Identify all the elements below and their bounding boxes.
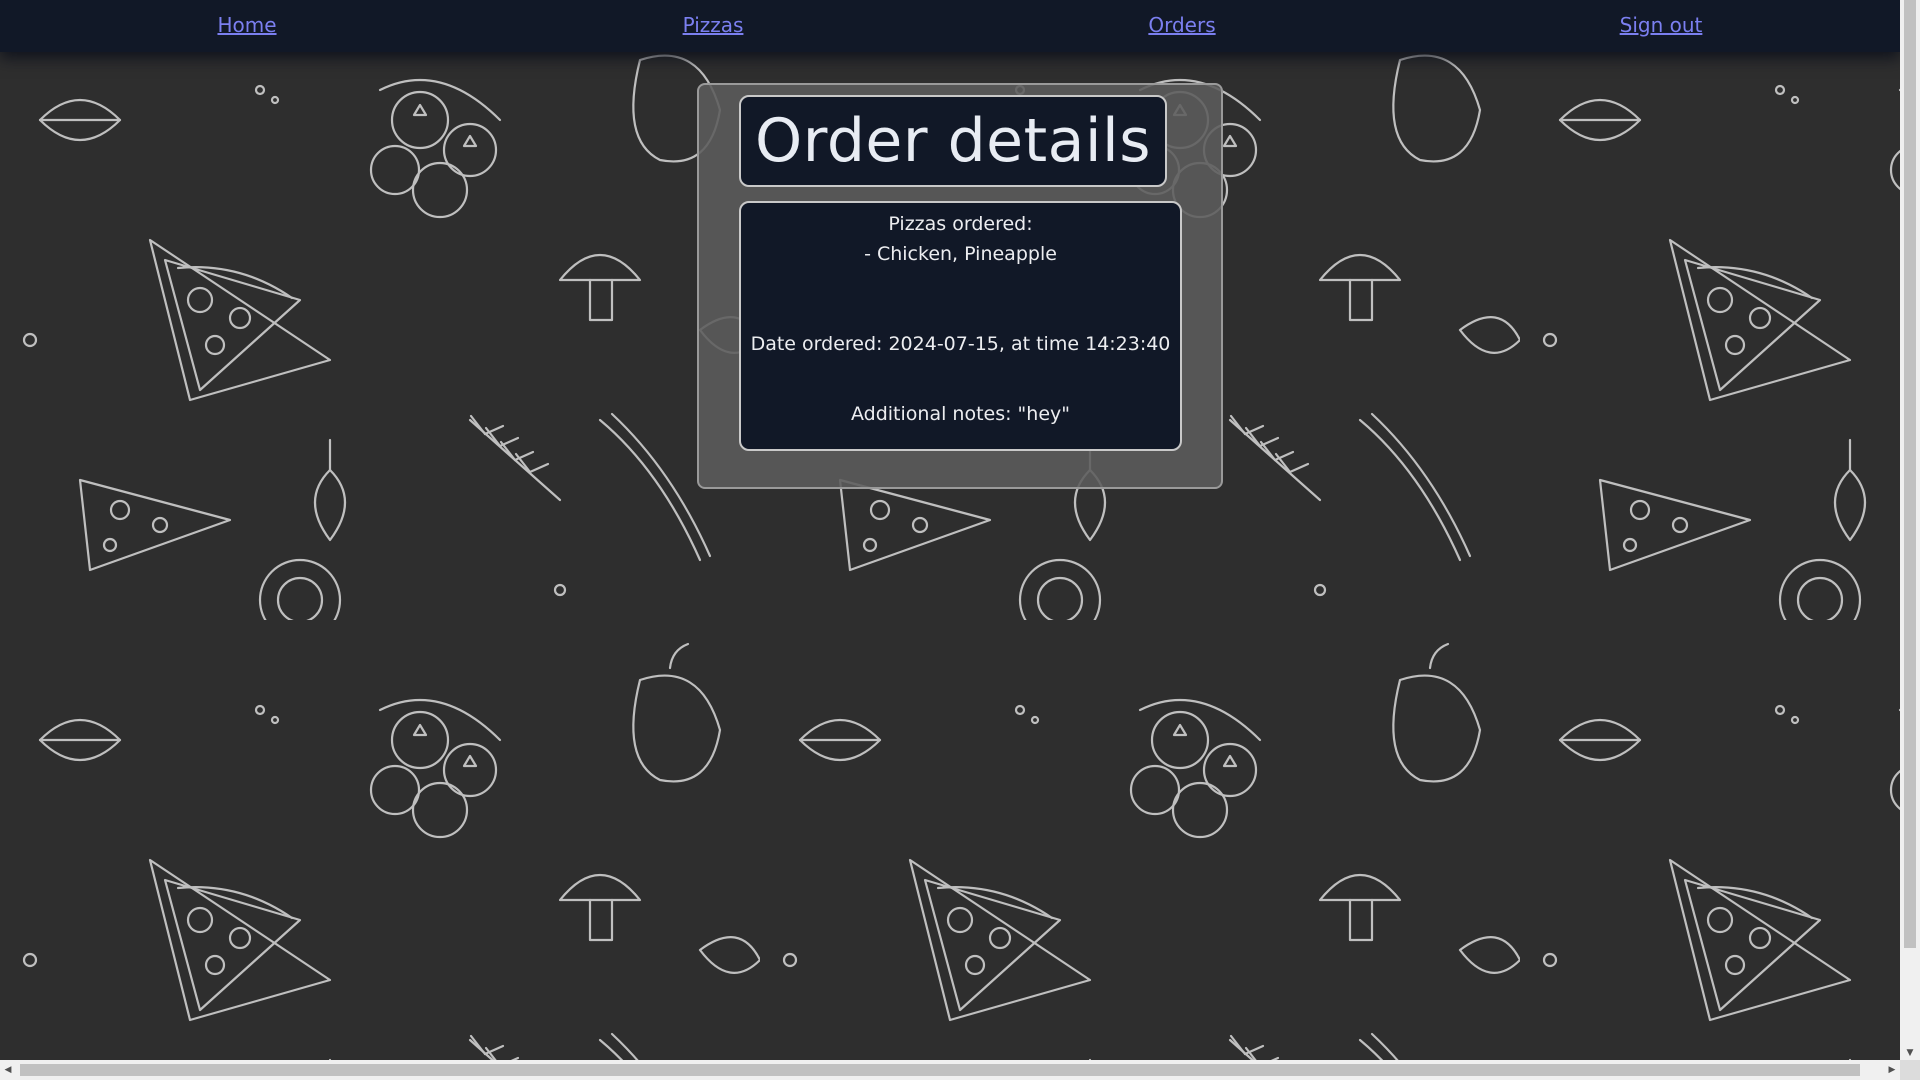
vertical-scroll-thumb[interactable] [1904,0,1916,948]
nav-link-orders[interactable]: Orders [1148,13,1215,37]
page-title: Order details [755,106,1151,176]
scroll-down-icon[interactable]: ▼ [1900,1046,1920,1060]
order-title-box: Order details [739,95,1167,187]
scrollbar-corner [1900,1060,1920,1080]
horizontal-scroll-thumb[interactable] [20,1064,1860,1076]
pizza-item: - Chicken, Pineapple [864,243,1057,265]
top-navbar: Home Pizzas Orders Sign out [0,0,1900,52]
nav-link-home[interactable]: Home [217,13,276,37]
order-date: Date ordered: 2024-07-15, at time 14:23:… [750,333,1171,355]
order-info-card: Pizzas ordered: - Chicken, Pineapple Dat… [739,201,1182,451]
pizzas-ordered-label: Pizzas ordered: [888,213,1033,235]
order-details-panel: Order details Pizzas ordered: - Chicken,… [697,83,1223,489]
vertical-scrollbar[interactable]: ▲ ▼ [1900,0,1920,1060]
scroll-right-icon[interactable]: ▶ [1884,1060,1900,1080]
horizontal-scrollbar[interactable]: ◀ ▶ [0,1060,1900,1080]
scroll-left-icon[interactable]: ◀ [0,1060,16,1080]
nav-link-sign-out[interactable]: Sign out [1620,13,1703,37]
order-notes: Additional notes: "hey" [850,403,1071,425]
nav-link-pizzas[interactable]: Pizzas [683,13,744,37]
